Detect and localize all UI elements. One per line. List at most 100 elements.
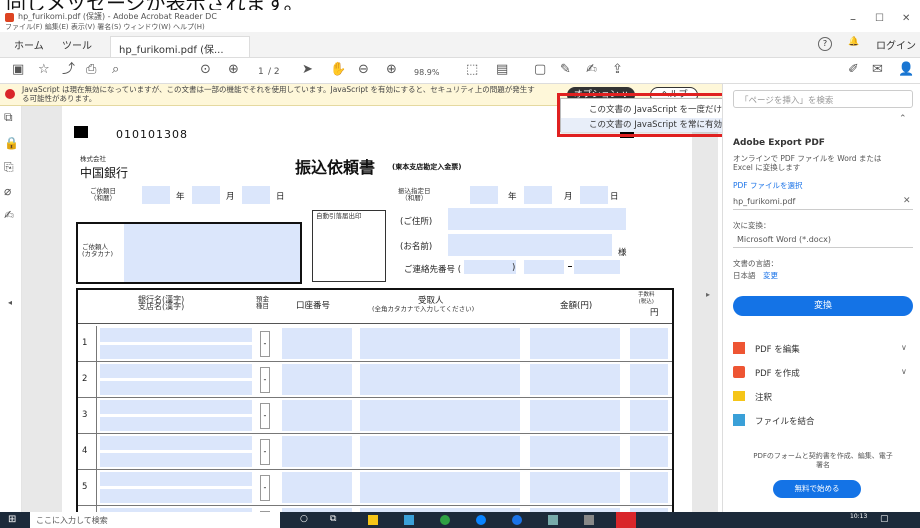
lock-icon[interactable]: 🔒 (4, 136, 19, 150)
amount-field[interactable] (530, 400, 620, 431)
change-language-link[interactable]: 変更 (763, 270, 778, 281)
phone-field-3[interactable] (574, 260, 620, 274)
deposit-type-select[interactable]: - (260, 439, 270, 465)
recipient-field[interactable] (360, 472, 520, 503)
account-number-field[interactable] (282, 436, 352, 467)
tab-home[interactable]: ホーム (14, 37, 44, 52)
tool-edit-pdf[interactable]: PDF を編集 ∨ (733, 340, 911, 360)
search-icon[interactable]: ⌕ (112, 62, 119, 78)
recipient-field[interactable] (360, 328, 520, 359)
notification-icon[interactable]: ▢ (880, 514, 889, 524)
deposit-type-select[interactable]: - (260, 475, 270, 501)
tool-comment[interactable]: 注釈 (733, 388, 911, 408)
branch-name-field[interactable] (100, 417, 252, 431)
remove-file-icon[interactable]: ✕ (903, 196, 911, 206)
account-number-field[interactable] (282, 364, 352, 395)
address-field[interactable] (448, 208, 626, 230)
app-icon[interactable] (548, 515, 558, 525)
page-up-icon[interactable]: ⊙ (200, 62, 211, 78)
recipient-field[interactable] (360, 400, 520, 431)
account-number-field[interactable] (282, 400, 352, 431)
tab-tools[interactable]: ツール (62, 37, 92, 52)
expand-right-icon[interactable]: ▸ (706, 290, 710, 299)
request-day-field[interactable] (242, 186, 270, 204)
fee-field[interactable] (630, 328, 668, 359)
fee-field[interactable] (630, 364, 668, 395)
signature-icon[interactable]: ✍ (4, 208, 14, 222)
sign-icon[interactable]: ✍ (586, 62, 597, 78)
menu-bar[interactable]: ファイル(F) 編集(E) 表示(V) 署名(S) ウィンドウ(W) ヘルプ(H… (5, 22, 205, 32)
designated-day-field[interactable] (580, 186, 608, 204)
convert-button[interactable]: 変換 (733, 296, 913, 316)
recipient-field[interactable] (360, 436, 520, 467)
bank-name-field[interactable] (100, 472, 252, 486)
cortana-icon[interactable]: ○ (300, 514, 308, 524)
page-down-icon[interactable]: ⊕ (228, 62, 239, 78)
comment-icon[interactable]: ▢ (534, 62, 546, 78)
fee-field[interactable] (630, 436, 668, 467)
tool-combine[interactable]: ファイルを結合 (733, 412, 911, 432)
sign-tools-icon[interactable]: ✐ (848, 62, 859, 78)
deposit-type-select[interactable]: - (260, 403, 270, 429)
save-icon[interactable]: ▣ (12, 62, 24, 78)
email-icon[interactable]: ✉ (872, 62, 883, 78)
tab-document[interactable]: hp_furikomi.pdf (保... × (110, 36, 250, 67)
tool-create-pdf[interactable]: PDF を作成 ∨ (733, 364, 911, 384)
bank-name-field[interactable] (100, 364, 252, 378)
collapse-chevron-icon[interactable]: ⌃ (899, 114, 907, 124)
browser-icon[interactable] (440, 515, 450, 525)
expand-left-icon[interactable]: ◂ (8, 298, 12, 307)
select-tool-icon[interactable]: ➤ (302, 62, 313, 78)
edge-icon[interactable] (476, 515, 486, 525)
branch-name-field[interactable] (100, 453, 252, 467)
phone-field-2[interactable] (524, 260, 564, 274)
acrobat-taskbar-icon[interactable] (616, 512, 636, 528)
app-icon-2[interactable] (584, 515, 594, 525)
help-icon[interactable]: ? (818, 37, 832, 51)
bank-name-field[interactable] (100, 400, 252, 414)
select-file-link[interactable]: PDF ファイルを選択 (733, 180, 803, 191)
taskbar-search-input[interactable]: ここに入力して検索 (30, 512, 280, 528)
page-current[interactable]: 1 (258, 64, 264, 80)
bell-icon[interactable]: 🔔 (848, 37, 859, 47)
attachment-icon[interactable]: ⌀ (4, 184, 11, 198)
windows-start-icon[interactable]: ⊞ (8, 514, 16, 525)
designated-year-field[interactable] (470, 186, 498, 204)
share-icon[interactable]: ⤴ (62, 62, 75, 78)
bank-name-field[interactable] (100, 436, 252, 450)
store-icon[interactable] (404, 515, 414, 525)
task-view-icon[interactable]: ⧉ (330, 514, 336, 524)
close-window-button[interactable]: ✕ (902, 13, 910, 24)
request-year-field[interactable] (142, 186, 170, 204)
chrome-icon[interactable] (512, 515, 522, 525)
maximize-button[interactable]: ☐ (875, 13, 884, 24)
account-number-field[interactable] (282, 328, 352, 359)
deposit-type-select[interactable]: - (260, 367, 270, 393)
designated-month-field[interactable] (524, 186, 552, 204)
zoom-in-icon[interactable]: ⊕ (386, 62, 397, 78)
account-icon[interactable]: 👤 (898, 62, 914, 78)
deposit-type-select[interactable]: - (260, 331, 270, 357)
tool-search-input[interactable]: 「ページを挿入」を検索 (733, 90, 913, 108)
requester-name-field[interactable] (124, 224, 300, 282)
highlight-icon[interactable]: ✎ (560, 62, 571, 78)
zoom-out-icon[interactable]: ⊖ (358, 62, 369, 78)
hand-tool-icon[interactable]: ✋ (330, 62, 346, 78)
print-icon[interactable]: ⎙ (86, 62, 96, 78)
fee-field[interactable] (630, 472, 668, 503)
copy-icon[interactable]: ⎘ (4, 160, 14, 175)
minimize-button[interactable]: – (850, 12, 856, 26)
start-free-button[interactable]: 無料で始める (773, 480, 861, 498)
login-link[interactable]: ログイン (876, 37, 916, 52)
recipient-field[interactable] (360, 364, 520, 395)
branch-name-field[interactable] (100, 489, 252, 503)
amount-field[interactable] (530, 364, 620, 395)
share-link-icon[interactable]: ⇪ (612, 62, 623, 78)
page-thumbnails-icon[interactable]: ⧉ (4, 110, 13, 125)
branch-name-field[interactable] (100, 381, 252, 395)
amount-field[interactable] (530, 472, 620, 503)
format-select[interactable]: Microsoft Word (*.docx) (733, 232, 913, 248)
amount-field[interactable] (530, 328, 620, 359)
scroll-mode-icon[interactable]: ▤ (496, 62, 508, 78)
recipient-name-field[interactable] (448, 234, 612, 256)
